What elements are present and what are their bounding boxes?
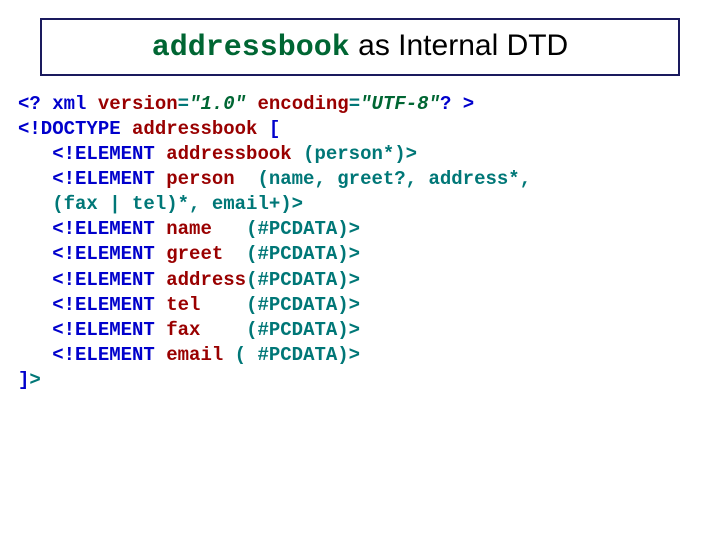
code-line: <!ELEMENT address(#PCDATA)> xyxy=(18,268,702,293)
code-line: <!ELEMENT tel (#PCDATA)> xyxy=(18,293,702,318)
code-token: person xyxy=(166,168,257,190)
code-line: <!ELEMENT addressbook (person*)> xyxy=(18,142,702,167)
code-token: <!ELEMENT xyxy=(18,168,166,190)
code-token: <? xml xyxy=(18,93,98,115)
code-token: (#PCDATA)> xyxy=(246,243,360,265)
code-line: <!ELEMENT fax (#PCDATA)> xyxy=(18,318,702,343)
code-token: <!ELEMENT xyxy=(18,218,166,240)
code-token: addressbook xyxy=(166,143,303,165)
code-token: encoding xyxy=(257,93,348,115)
code-token: name xyxy=(166,218,246,240)
code-token: "UTF-8" xyxy=(360,93,440,115)
code-token: (#PCDATA)> xyxy=(246,269,360,291)
code-line: <!ELEMENT name (#PCDATA)> xyxy=(18,217,702,242)
code-token: <!ELEMENT xyxy=(18,269,166,291)
title-code-word: addressbook xyxy=(152,31,350,65)
code-line: <!ELEMENT greet (#PCDATA)> xyxy=(18,242,702,267)
code-token: ? > xyxy=(440,93,474,115)
code-line: (fax | tel)*, email+)> xyxy=(18,192,702,217)
code-token: = xyxy=(178,93,189,115)
code-token: <!ELEMENT xyxy=(18,319,166,341)
code-token: version xyxy=(98,93,178,115)
code-token xyxy=(246,93,257,115)
code-token: tel xyxy=(166,294,246,316)
code-token: email xyxy=(166,344,234,366)
code-token: <!DOCTYPE xyxy=(18,118,132,140)
code-token: address xyxy=(166,269,246,291)
code-token: addressbook xyxy=(132,118,257,140)
title-rest-text: as Internal DTD xyxy=(350,29,568,62)
code-line: <? xml version="1.0" encoding="UTF-8"? > xyxy=(18,92,702,117)
code-line: <!ELEMENT person (name, greet?, address*… xyxy=(18,167,702,192)
code-token: (fax | tel)*, email+)> xyxy=(18,193,303,215)
code-token: "1.0" xyxy=(189,93,246,115)
code-token: (person*)> xyxy=(303,143,417,165)
code-token: > xyxy=(29,369,40,391)
slide-title: addressbook as Internal DTD xyxy=(40,18,680,76)
code-token: (#PCDATA)> xyxy=(246,319,360,341)
code-token: (#PCDATA)> xyxy=(246,218,360,240)
code-block: <? xml version="1.0" encoding="UTF-8"? >… xyxy=(18,92,702,393)
code-token: greet xyxy=(166,243,246,265)
code-token: = xyxy=(349,93,360,115)
code-line: <!ELEMENT email ( #PCDATA)> xyxy=(18,343,702,368)
code-token: fax xyxy=(166,319,246,341)
code-token: (#PCDATA)> xyxy=(246,294,360,316)
code-token: <!ELEMENT xyxy=(18,294,166,316)
code-token: <!ELEMENT xyxy=(18,143,166,165)
code-line: ]> xyxy=(18,368,702,393)
code-token: <!ELEMENT xyxy=(18,344,166,366)
code-token: ] xyxy=(18,369,29,391)
code-token: ( #PCDATA)> xyxy=(235,344,360,366)
code-token: (name, greet?, address*, xyxy=(257,168,531,190)
code-line: <!DOCTYPE addressbook [ xyxy=(18,117,702,142)
code-token: <!ELEMENT xyxy=(18,243,166,265)
code-token: [ xyxy=(257,118,280,140)
